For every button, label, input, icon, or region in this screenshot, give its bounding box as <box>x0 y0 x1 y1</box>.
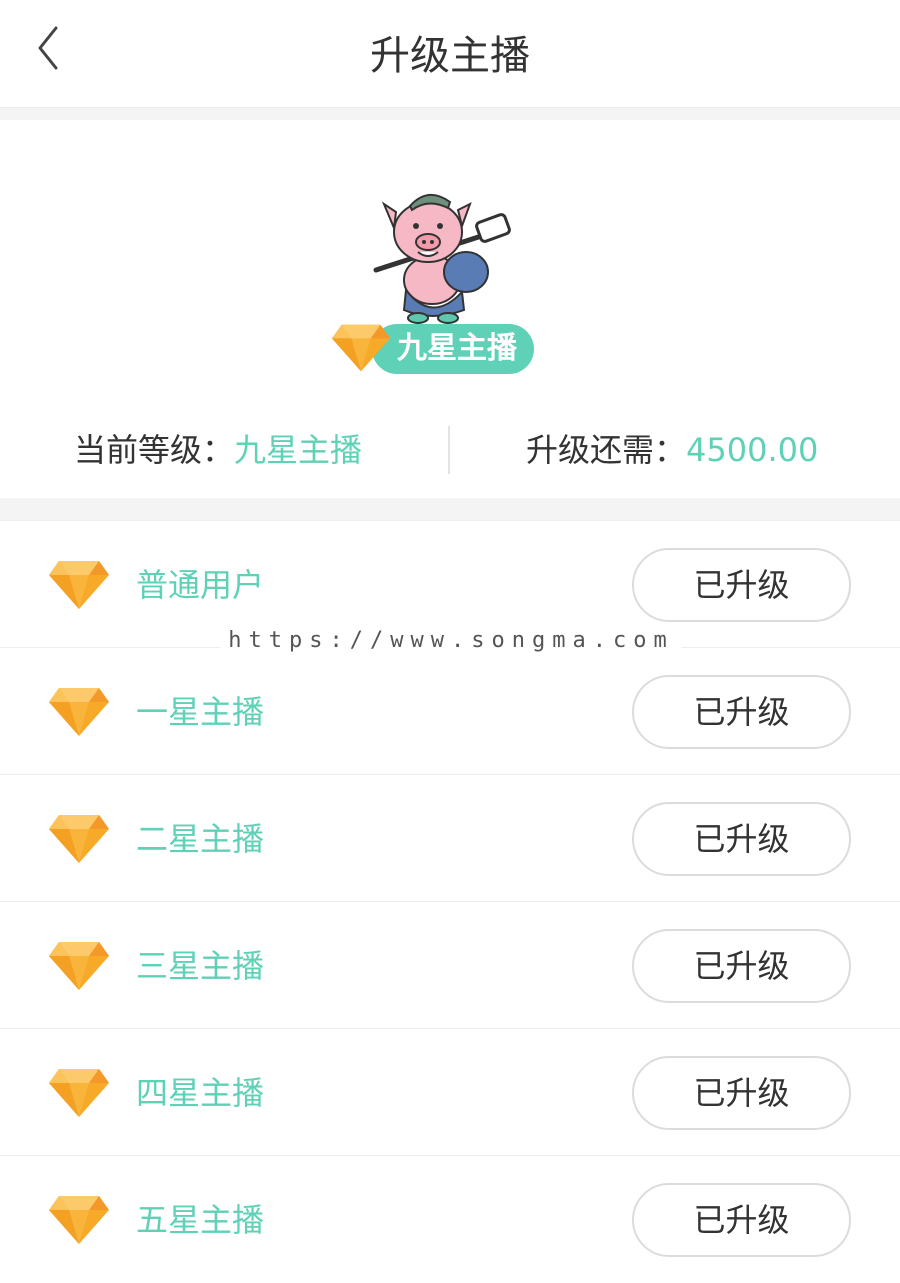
level-row: 四星主播 已升级 <box>0 1028 900 1155</box>
current-level-panel: 九星主播 当前等级：九星主播 升级还需：4500.00 <box>0 120 900 498</box>
diamond-icon <box>331 324 391 372</box>
current-level-stat: 当前等级：九星主播 <box>74 428 362 472</box>
upgrade-needed-value: 4500.00 <box>686 431 819 469</box>
current-level-value: 九星主播 <box>234 431 363 469</box>
upgraded-button[interactable]: 已升级 <box>632 675 851 749</box>
diamond-icon <box>49 815 109 863</box>
upgraded-button[interactable]: 已升级 <box>632 1056 851 1130</box>
level-name: 普通用户 <box>136 566 265 604</box>
level-row: 五星主播 已升级 <box>0 1155 900 1282</box>
current-level-label: 当前等级： <box>74 431 235 469</box>
level-name: 二星主播 <box>136 820 265 858</box>
upgraded-button[interactable]: 已升级 <box>632 548 851 622</box>
section-gap <box>0 108 900 120</box>
diamond-icon <box>49 942 109 990</box>
level-name: 一星主播 <box>136 693 265 731</box>
badge-label: 九星主播 <box>397 331 517 366</box>
upgraded-button[interactable]: 已升级 <box>632 929 851 1003</box>
diamond-icon <box>49 1196 109 1244</box>
top-nav-bar: 升级主播 <box>0 0 900 108</box>
level-row: 一星主播 已升级 <box>0 647 900 774</box>
level-name: 五星主播 <box>136 1201 265 1239</box>
current-level-badge: 九星主播 <box>330 320 540 380</box>
page-title: 升级主播 <box>370 33 530 79</box>
diamond-icon <box>49 561 109 609</box>
level-name: 四星主播 <box>136 1074 265 1112</box>
level-row: 二星主播 已升级 <box>0 774 900 901</box>
upgraded-button[interactable]: 已升级 <box>632 802 851 876</box>
level-name: 三星主播 <box>136 947 265 985</box>
upgraded-button[interactable]: 已升级 <box>632 1183 851 1257</box>
level-row: 三星主播 已升级 <box>0 901 900 1028</box>
diamond-icon <box>49 1069 109 1117</box>
upgrade-needed-stat: 升级还需：4500.00 <box>526 428 818 472</box>
diamond-icon <box>49 688 109 736</box>
upgrade-needed-label: 升级还需： <box>526 431 687 469</box>
stat-divider <box>448 426 450 474</box>
watermark-text: https://www.songma.com <box>220 624 682 658</box>
section-gap <box>0 498 900 520</box>
pig-mascot-icon <box>373 194 511 324</box>
